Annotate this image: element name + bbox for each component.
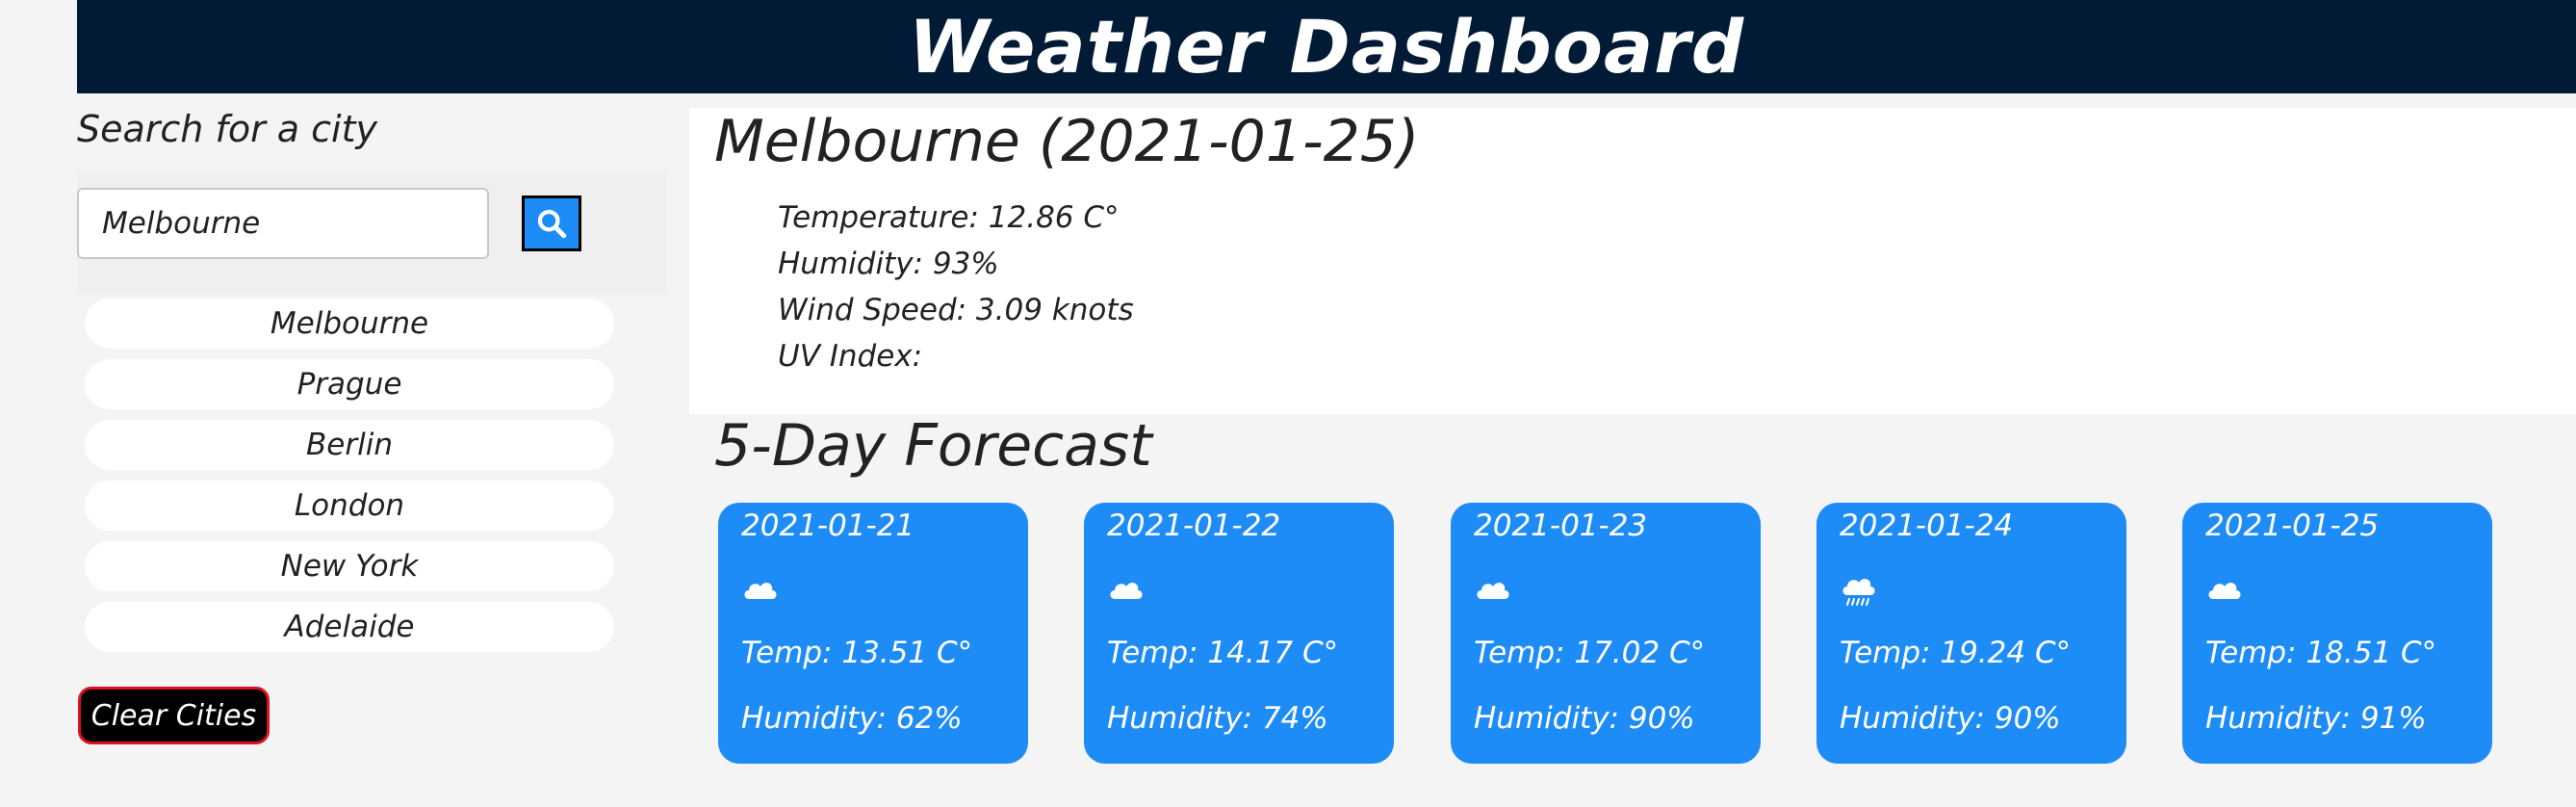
- cloud-rain-icon: [1842, 579, 1875, 606]
- saved-cities-list: Melbourne Prague Berlin London New York …: [85, 299, 614, 663]
- cloud-icon: [744, 583, 777, 599]
- city-search-input[interactable]: [77, 188, 489, 259]
- forecast-card: 2021-01-25 Temp: 18.51 C° Humidity: 91%: [2182, 503, 2492, 764]
- forecast-temp: Temp: 17.02 C°: [1474, 636, 1706, 670]
- city-button-melbourne[interactable]: Melbourne: [85, 299, 614, 349]
- forecast-temp: Temp: 18.51 C°: [2205, 636, 2437, 670]
- current-uv-index: UV Index:: [778, 339, 923, 374]
- forecast-humidity: Humidity: 62%: [741, 701, 963, 736]
- current-city-title: Melbourne (2021-01-25): [714, 108, 1420, 175]
- current-wind-speed: Wind Speed: 3.09 knots: [778, 293, 1134, 327]
- forecast-card: 2021-01-21 Temp: 13.51 C° Humidity: 62%: [718, 503, 1028, 764]
- forecast-date: 2021-01-23: [1474, 508, 1648, 543]
- cloud-icon: [1477, 583, 1509, 599]
- forecast-date: 2021-01-24: [1840, 508, 2014, 543]
- forecast-card: 2021-01-23 Temp: 17.02 C° Humidity: 90%: [1451, 503, 1761, 764]
- city-button-prague[interactable]: Prague: [85, 359, 614, 409]
- forecast-date: 2021-01-25: [2205, 508, 2380, 543]
- forecast-humidity: Humidity: 90%: [1474, 701, 1695, 736]
- clear-cities-button[interactable]: Clear Cities: [78, 687, 270, 744]
- search-button[interactable]: [522, 195, 581, 251]
- current-humidity: Humidity: 93%: [778, 247, 999, 281]
- forecast-date: 2021-01-22: [1107, 508, 1281, 543]
- current-weather-panel: Melbourne (2021-01-25) Temperature: 12.8…: [689, 108, 2576, 414]
- forecast-temp: Temp: 14.17 C°: [1107, 636, 1339, 670]
- forecast-card: 2021-01-22 Temp: 14.17 C° Humidity: 74%: [1084, 503, 1394, 764]
- search-form: [77, 171, 667, 295]
- search-icon: [537, 209, 567, 239]
- city-button-london[interactable]: London: [85, 481, 614, 531]
- page-title: Weather Dashboard: [908, 4, 1745, 90]
- search-heading: Search for a city: [77, 108, 377, 150]
- page-header: Weather Dashboard: [77, 0, 2576, 93]
- cloud-icon: [2208, 583, 2241, 599]
- cloud-icon: [1110, 583, 1143, 599]
- forecast-card: 2021-01-24 Temp: 19.24 C° Humidity: 90%: [1816, 503, 2126, 764]
- city-button-berlin[interactable]: Berlin: [85, 420, 614, 470]
- city-button-adelaide[interactable]: Adelaide: [85, 602, 614, 652]
- forecast-humidity: Humidity: 74%: [1107, 701, 1328, 736]
- forecast-date: 2021-01-21: [741, 508, 915, 543]
- forecast-humidity: Humidity: 90%: [1840, 701, 2061, 736]
- forecast-title: 5-Day Forecast: [714, 412, 1152, 480]
- forecast-temp: Temp: 19.24 C°: [1840, 636, 2072, 670]
- city-button-new-york[interactable]: New York: [85, 541, 614, 591]
- forecast-temp: Temp: 13.51 C°: [741, 636, 973, 670]
- forecast-humidity: Humidity: 91%: [2205, 701, 2427, 736]
- current-temperature: Temperature: 12.86 C°: [778, 200, 1120, 235]
